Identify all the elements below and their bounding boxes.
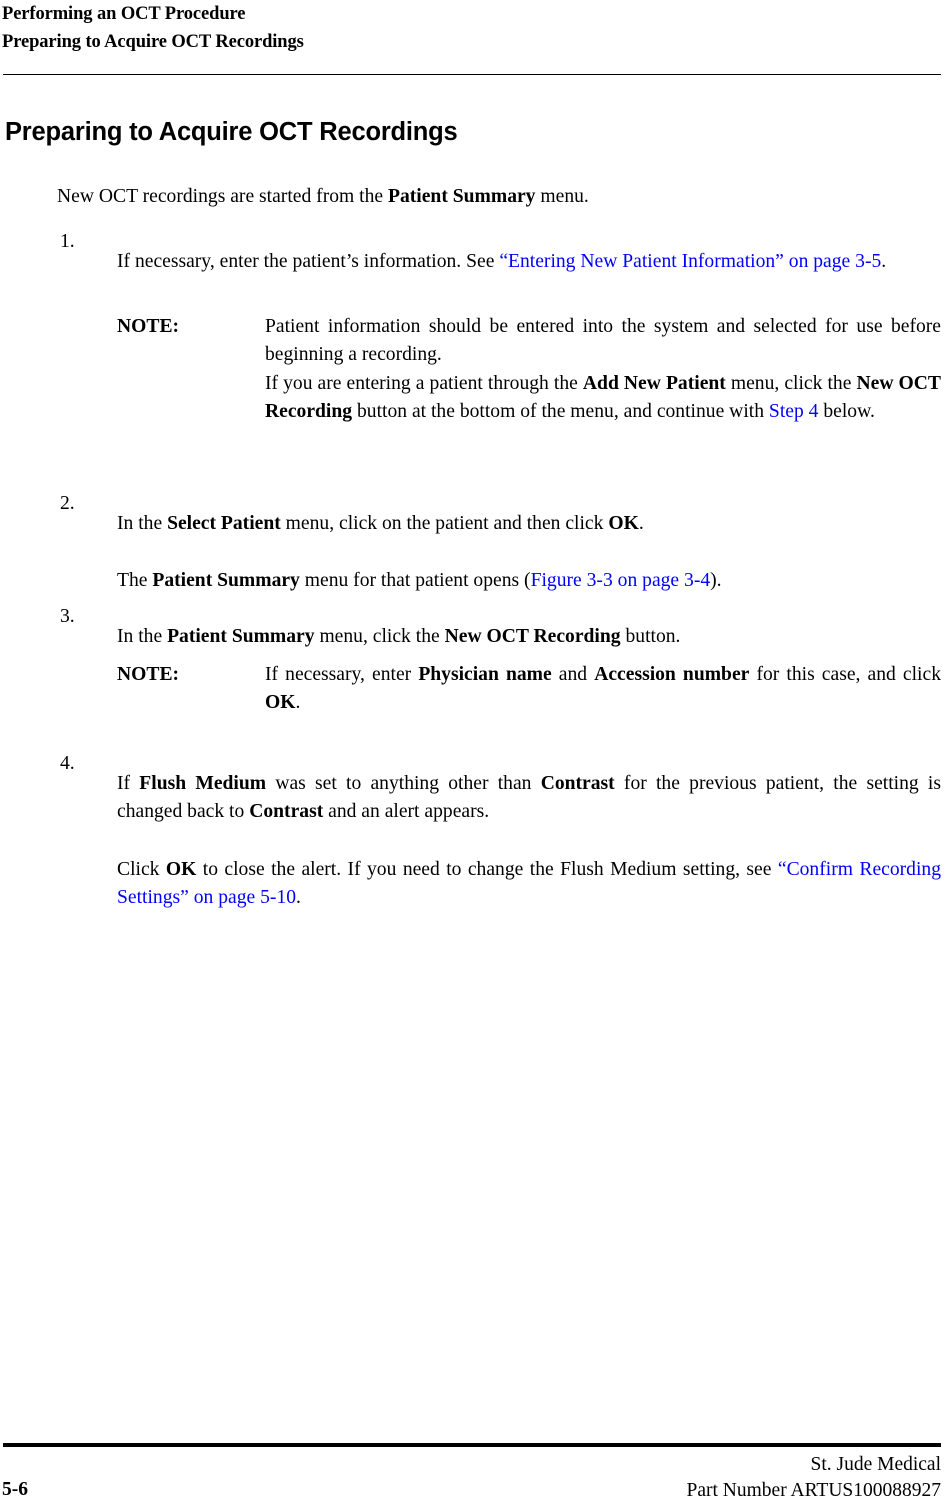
note1-p2-text-4: below.	[818, 401, 875, 423]
step4res-text-3: .	[296, 887, 301, 908]
note1-p2-bold-1: Add New Patient	[582, 372, 726, 394]
running-header-section: Preparing to Acquire OCT Recordings	[2, 32, 304, 52]
step2-text-3: .	[638, 512, 644, 534]
intro-paragraph: New OCT recordings are started from the …	[57, 183, 941, 211]
crossref-link-figure-3-3[interactable]: Figure 3-3 on page 3-4	[531, 570, 711, 591]
intro-text-before: New OCT recordings are started from the	[57, 185, 388, 207]
intro-text-after: menu.	[535, 185, 589, 207]
step-2-result-paragraph: The Patient Summary menu for that patien…	[117, 567, 941, 595]
step2res-text-2: menu for that patient opens (	[299, 569, 531, 591]
step1-text-2: .	[881, 250, 887, 272]
step-number-2: 2.	[60, 493, 75, 514]
step4-text-2: was set to anything other than	[266, 772, 541, 794]
note2-text-4: .	[295, 692, 301, 714]
header-rule	[3, 74, 941, 75]
step2res-bold-1: Patient Summary	[152, 569, 300, 591]
footer-page-number: 5-6	[2, 1479, 28, 1500]
step4res-text-2: to close the alert. If you need to chang…	[196, 858, 778, 880]
step3-text-3: button.	[620, 625, 681, 647]
footer-part-number: Part Number ARTUS100088927	[686, 1480, 942, 1501]
page-title: Preparing to Acquire OCT Recordings	[5, 118, 458, 147]
step3-bold-2: New OCT Recording	[444, 625, 621, 647]
note-label-2: NOTE:	[117, 664, 180, 685]
intro-bold-term: Patient Summary	[388, 185, 536, 207]
step2-bold-2: OK	[608, 512, 639, 534]
step4-bold-3: Contrast	[249, 801, 324, 822]
footer-imprint: St. Jude Medical Part Number ARTUS100088…	[687, 1452, 942, 1504]
running-header-chapter: Performing an OCT Procedure	[2, 4, 246, 24]
step-4-result-paragraph: Click OK to close the alert. If you need…	[117, 856, 941, 913]
step-item-4: If Flush Medium was set to anything othe…	[117, 770, 941, 827]
crossref-link-step-4[interactable]: Step 4	[769, 401, 819, 422]
step2res-text-1: The	[117, 569, 153, 591]
step1-text-1: If necessary, enter the patient’s inform…	[117, 250, 500, 272]
step-number-3: 3.	[60, 606, 75, 627]
note-label-1: NOTE:	[117, 316, 180, 337]
step4-bold-1: Flush Medium	[139, 772, 267, 794]
step2res-text-3: ).	[710, 569, 722, 591]
note1-p2-text-3: button at the bottom of the menu, and co…	[352, 401, 769, 423]
step-number-1: 1.	[60, 231, 75, 252]
note1-paragraph-1: Patient information should be entered in…	[265, 316, 941, 366]
crossref-link-entering-new-patient-information[interactable]: “Entering New Patient Information” on pa…	[499, 251, 881, 272]
note2-bold-2: Accession number	[594, 664, 750, 685]
step2-bold-1: Select Patient	[167, 512, 281, 534]
step4-text-1: If	[117, 772, 140, 794]
note1-paragraph-2: If you are entering a patient through th…	[265, 370, 941, 427]
step4-bold-2: Contrast	[540, 772, 615, 794]
step3-text-1: In the	[117, 625, 168, 647]
note-body-2: If necessary, enter Physician name and A…	[265, 661, 941, 718]
note2-text-3: for this case, and click	[749, 664, 941, 685]
footer-company-name: St. Jude Medical	[810, 1454, 941, 1475]
step-item-2: In the Select Patient menu, click on the…	[117, 510, 941, 538]
step3-text-2: menu, click the	[314, 625, 445, 647]
step3-bold-1: Patient Summary	[167, 625, 315, 647]
step4res-text-1: Click	[117, 858, 166, 880]
step-item-1: If necessary, enter the patient’s inform…	[117, 248, 941, 276]
footer-rule	[3, 1443, 941, 1447]
note1-p2-text-1: If you are entering a patient through th…	[265, 372, 583, 394]
note2-bold-1: Physician name	[418, 664, 552, 685]
document-page: Performing an OCT Procedure Preparing to…	[0, 0, 945, 1509]
step4-text-4: and an alert appears.	[323, 801, 490, 822]
running-header: Performing an OCT Procedure Preparing to…	[2, 0, 943, 56]
note2-bold-3: OK	[265, 692, 296, 714]
step-item-3: In the Patient Summary menu, click the N…	[117, 623, 941, 651]
step2-text-1: In the	[117, 512, 168, 534]
note-body-1: Patient information should be entered in…	[265, 313, 941, 427]
step4res-bold-1: OK	[165, 858, 197, 880]
step2-text-2: menu, click on the patient and then clic…	[280, 512, 609, 534]
step-number-4: 4.	[60, 753, 75, 774]
note1-p2-text-2: menu, click the	[725, 372, 857, 394]
note2-text-2: and	[551, 664, 595, 685]
note2-text-1: If necessary, enter	[265, 664, 419, 685]
